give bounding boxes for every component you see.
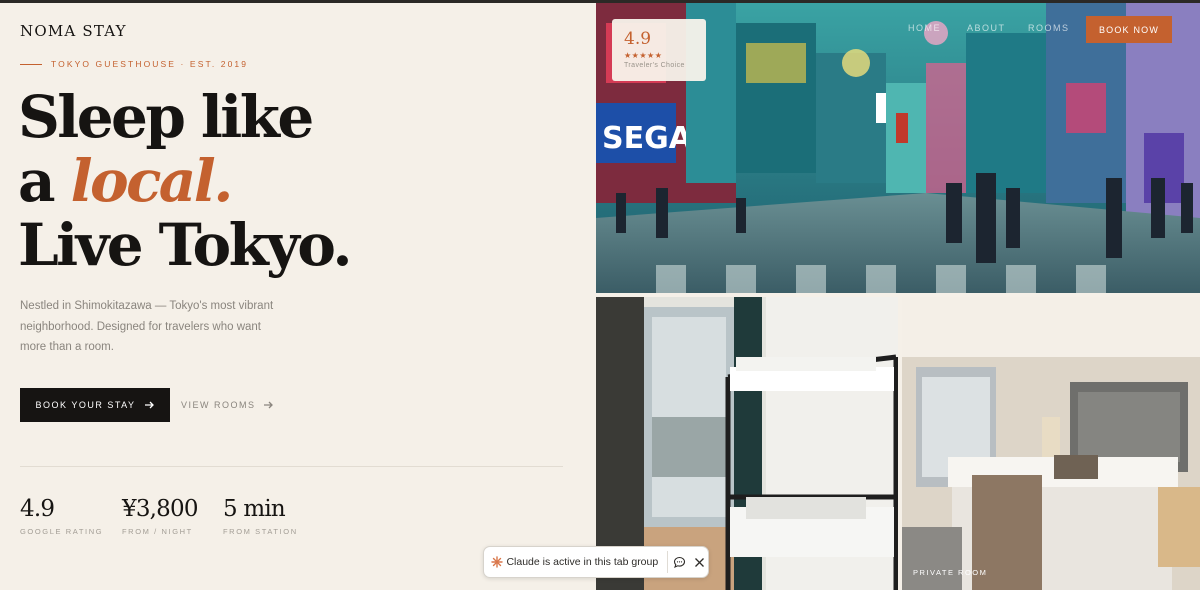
rating-card: 4.9 ★★★★★ Traveler's Choice <box>612 19 706 81</box>
stat-distance-to-station: 5 min FROM STATION <box>223 496 298 536</box>
rating-stars: ★★★★★ <box>624 51 663 60</box>
stat-google-rating: 4.9 GOOGLE RATING <box>20 496 103 536</box>
private-room-illustration <box>902 297 1200 590</box>
stat-value: 5 min <box>223 496 286 522</box>
close-icon[interactable] <box>691 550 708 574</box>
private-room-label: PRIVATE ROOM <box>913 568 988 577</box>
nav-rooms-link[interactable]: ROOMS <box>1028 23 1070 33</box>
stats-divider <box>20 466 563 467</box>
headline-line-3: Live Tokyo. <box>18 211 353 279</box>
nav-home-link[interactable]: HOME <box>908 23 941 33</box>
hero-description: Nestled in Shimokitazawa — Tokyo's most … <box>20 300 274 353</box>
hero-headline: Sleep like a local. Live Tokyo. <box>18 83 353 279</box>
headline-line-1: Sleep like <box>18 83 314 151</box>
rating-caption: Traveler's Choice <box>624 62 685 69</box>
book-now-button[interactable]: BOOK NOW <box>1086 16 1172 43</box>
stat-price-per-night: ¥3,800 FROM / NIGHT <box>122 496 198 536</box>
eyebrow-rule <box>20 63 42 65</box>
stat-label: FROM / NIGHT <box>122 527 193 536</box>
hero-gallery: SEGA 4.9 ★★★★★ Traveler's Choice HOME AB… <box>596 3 1200 590</box>
hero-eyebrow: TOKYO GUESTHOUSE · EST. 2019 <box>20 59 248 69</box>
claude-status-message: Claude is active in this tab group <box>506 556 659 568</box>
stat-value: ¥3,800 <box>122 496 198 522</box>
headline-accent-word: local. <box>70 147 234 215</box>
hero-left-panel: NOMA STAY TOKYO GUESTHOUSE · EST. 2019 S… <box>0 3 596 590</box>
view-rooms-link[interactable]: VIEW ROOMS <box>181 388 274 422</box>
arrow-right-icon <box>144 401 154 409</box>
book-your-stay-button[interactable]: BOOK YOUR STAY <box>20 388 170 422</box>
arrow-right-icon <box>263 401 273 409</box>
claude-status-toast: Claude is active in this tab group <box>483 546 709 578</box>
rating-score: 4.9 <box>624 29 652 49</box>
private-room-photo: PRIVATE ROOM <box>902 297 1200 590</box>
stat-value: 4.9 <box>20 496 55 522</box>
stat-label: GOOGLE RATING <box>20 527 104 536</box>
toast-separator <box>667 551 668 573</box>
tokyo-street-photo: SEGA 4.9 ★★★★★ Traveler's Choice HOME AB… <box>596 3 1200 293</box>
stat-label: FROM STATION <box>223 527 298 536</box>
nav-about-link[interactable]: ABOUT <box>967 23 1006 33</box>
eyebrow-text: TOKYO GUESTHOUSE · EST. 2019 <box>51 59 249 69</box>
chat-icon[interactable] <box>671 550 688 574</box>
headline-line-2-prefix: a <box>18 147 71 215</box>
svg-text:SEGA: SEGA <box>602 121 693 156</box>
claude-spark-icon <box>488 556 506 568</box>
book-your-stay-label: BOOK YOUR STAY <box>35 400 136 410</box>
brand-logo[interactable]: NOMA STAY <box>20 22 127 40</box>
view-rooms-label: VIEW ROOMS <box>181 400 256 410</box>
